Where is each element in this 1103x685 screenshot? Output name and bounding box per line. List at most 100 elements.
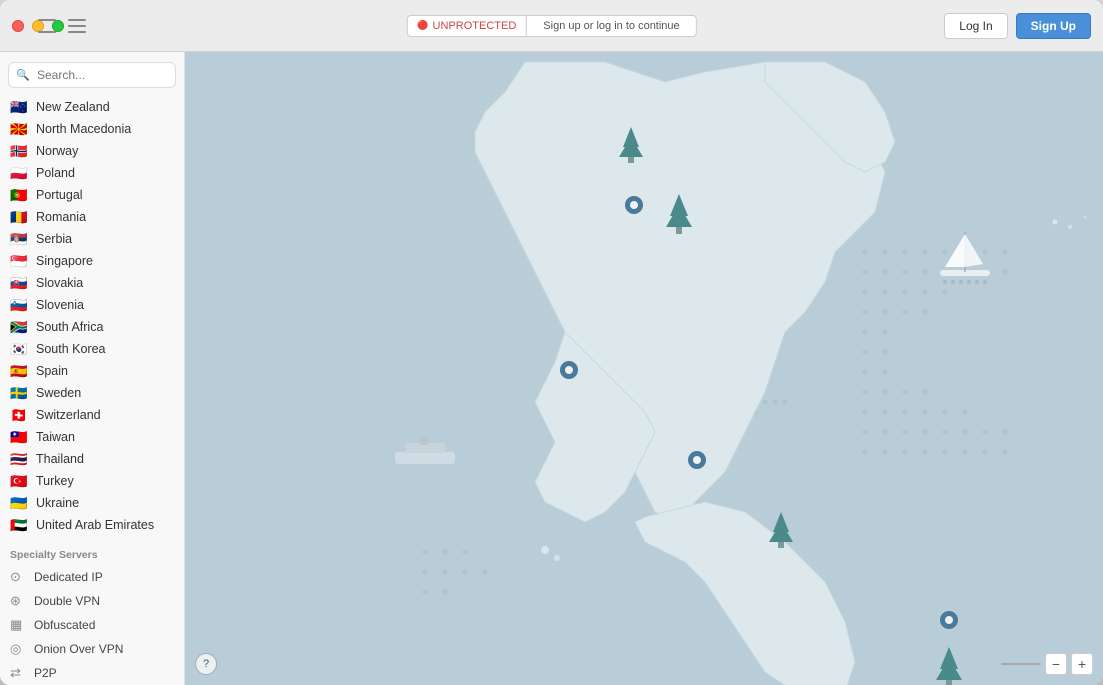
country-name: Turkey (36, 474, 74, 488)
country-flag: 🇺🇦 (10, 497, 28, 510)
app-window: UNPROTECTED Sign up or log in to continu… (0, 0, 1103, 685)
search-box: 🔍 (8, 62, 176, 88)
country-item[interactable]: 🇳🇴 Norway (0, 140, 184, 162)
country-flag: 🇸🇰 (10, 277, 28, 290)
country-item[interactable]: 🇸🇪 Sweden (0, 382, 184, 404)
country-item[interactable]: 🇸🇰 Slovakia (0, 272, 184, 294)
country-item[interactable]: 🇰🇷 South Korea (0, 338, 184, 360)
country-item[interactable]: 🇪🇸 Spain (0, 360, 184, 382)
country-name: Slovakia (36, 276, 83, 290)
unprotected-label: UNPROTECTED (433, 20, 517, 32)
country-name: New Zealand (36, 100, 110, 114)
country-flag: 🇵🇱 (10, 167, 28, 180)
specialty-label: Obfuscated (34, 618, 95, 632)
country-name: Taiwan (36, 430, 75, 444)
panel-toggle-icon[interactable] (38, 19, 56, 33)
country-item[interactable]: 🇿🇦 South Africa (0, 316, 184, 338)
country-name: Poland (36, 166, 75, 180)
zoom-line (1001, 663, 1041, 665)
country-item[interactable]: 🇵🇹Portugal (0, 184, 184, 206)
country-item[interactable]: 🇸🇮 Slovenia (0, 294, 184, 316)
country-name: South Africa (36, 320, 103, 334)
help-button[interactable]: ? (195, 653, 217, 675)
signup-button[interactable]: Sign Up (1016, 13, 1091, 39)
country-item[interactable]: 🇹🇭 Thailand (0, 448, 184, 470)
country-item[interactable]: 🇲🇰 North Macedonia (0, 118, 184, 140)
country-flag: 🇷🇴 (10, 211, 28, 224)
specialty-item-p2p[interactable]: ⇄ P2P (0, 661, 184, 685)
country-name: Switzerland (36, 408, 101, 422)
country-item[interactable]: 🇹🇼 Taiwan (0, 426, 184, 448)
search-icon: 🔍 (16, 69, 30, 82)
country-name: South Korea (36, 342, 106, 356)
country-name: Singapore (36, 254, 93, 268)
onion-icon: ◎ (10, 641, 26, 657)
country-name: Ukraine (36, 496, 79, 510)
country-name: Slovenia (36, 298, 84, 312)
country-flag: 🇵🇹 (10, 189, 28, 202)
titlebar-center: UNPROTECTED Sign up or log in to continu… (406, 15, 696, 37)
country-flag: 🇲🇰 (10, 123, 28, 136)
country-flag: 🇳🇴 (10, 145, 28, 158)
titlebar-actions: Log In Sign Up (944, 13, 1091, 39)
login-button[interactable]: Log In (944, 13, 1007, 39)
country-flag: 🇳🇿 (10, 101, 28, 114)
country-flag: 🇷🇸 (10, 233, 28, 246)
country-name: Norway (36, 144, 78, 158)
country-item[interactable]: 🇷🇸 Serbia (0, 228, 184, 250)
p2p-icon: ⇄ (10, 665, 26, 681)
country-name: Serbia (36, 232, 72, 246)
country-item[interactable]: 🇦🇪 United Arab Emirates (0, 514, 184, 536)
specialty-label: P2P (34, 666, 57, 680)
zoom-out-button[interactable]: − (1045, 653, 1067, 675)
world-map (185, 52, 1103, 685)
country-name: Romania (36, 210, 86, 224)
country-item[interactable]: 🇷🇴 Romania (0, 206, 184, 228)
country-name: Sweden (36, 386, 81, 400)
sidebar: 🔍 🇳🇿 New Zealand 🇲🇰 North Macedonia 🇳🇴 Norway… (0, 52, 185, 685)
search-input[interactable] (8, 62, 176, 88)
specialty-item-double[interactable]: ⊛Double VPN (0, 589, 184, 613)
map-bottom-controls: ? (195, 653, 217, 675)
country-flag: 🇹🇷 (10, 475, 28, 488)
map-area: ? − + (185, 52, 1103, 685)
sidebar-toggle-area (38, 19, 86, 33)
double-icon: ⊛ (10, 593, 26, 609)
country-flag: 🇹🇭 (10, 453, 28, 466)
main-content: 🔍 🇳🇿 New Zealand 🇲🇰 North Macedonia 🇳🇴 Norway… (0, 52, 1103, 685)
country-flag: 🇸🇮 (10, 299, 28, 312)
country-item[interactable]: 🇨🇭Switzerland (0, 404, 184, 426)
titlebar-message: Sign up or log in to continue (527, 15, 696, 37)
close-button[interactable] (12, 20, 24, 32)
specialty-section-label: Specialty Servers (0, 541, 184, 565)
ip-icon: ⊙ (10, 569, 26, 585)
country-name: Spain (36, 364, 68, 378)
country-list: 🇳🇿 New Zealand 🇲🇰 North Macedonia 🇳🇴 Norway 🇵🇱… (0, 94, 184, 541)
country-flag: 🇪🇸 (10, 365, 28, 378)
country-flag: 🇸🇪 (10, 387, 28, 400)
specialty-items: ⊙ Dedicated IP ⊛Double VPN ▦ Obfuscated ◎ Onio… (0, 565, 184, 685)
specialty-item-ip[interactable]: ⊙ Dedicated IP (0, 565, 184, 589)
country-flag: 🇦🇪 (10, 519, 28, 532)
country-item[interactable]: 🇹🇷 Turkey (0, 470, 184, 492)
country-name: Thailand (36, 452, 84, 466)
country-name: North Macedonia (36, 122, 131, 136)
country-flag: 🇰🇷 (10, 343, 28, 356)
specialty-item-onion[interactable]: ◎ Onion Over VPN (0, 637, 184, 661)
unprotected-badge: UNPROTECTED (406, 15, 527, 37)
specialty-item-obf[interactable]: ▦ Obfuscated (0, 613, 184, 637)
specialty-label: Dedicated IP (34, 570, 103, 584)
country-flag: 🇹🇼 (10, 431, 28, 444)
country-item[interactable]: 🇳🇿 New Zealand (0, 96, 184, 118)
list-toggle-icon[interactable] (68, 19, 86, 33)
obf-icon: ▦ (10, 617, 26, 633)
country-flag: 🇿🇦 (10, 321, 28, 334)
country-item[interactable]: 🇺🇦 Ukraine (0, 492, 184, 514)
zoom-in-button[interactable]: + (1071, 653, 1093, 675)
country-flag: 🇸🇬 (10, 255, 28, 268)
country-item[interactable]: 🇵🇱 Poland (0, 162, 184, 184)
country-item[interactable]: 🇸🇬 Singapore (0, 250, 184, 272)
country-name: United Arab Emirates (36, 518, 154, 532)
map-zoom-controls: − + (1001, 653, 1093, 675)
specialty-label: Onion Over VPN (34, 642, 123, 656)
